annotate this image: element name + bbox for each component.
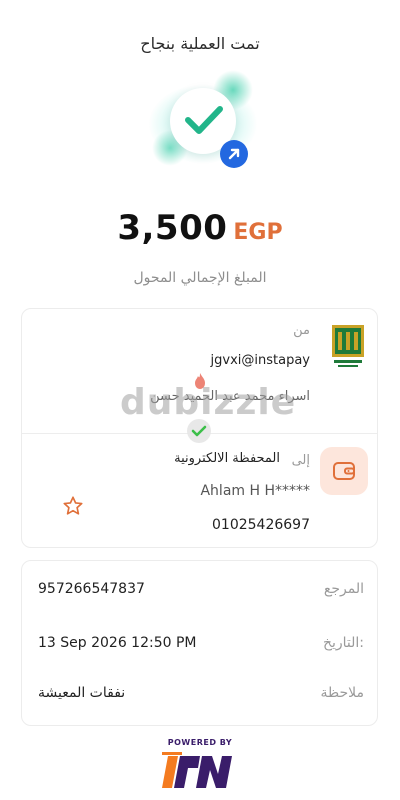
star-icon[interactable] xyxy=(62,495,84,517)
recipient-name: Ahlam H H***** xyxy=(200,483,310,499)
details-card: المرجع 957266547837 التاريخ: 13 Sep 2026… xyxy=(21,560,378,726)
recipient-phone: 01025426697 xyxy=(212,517,310,533)
reference-value: 957266547837 xyxy=(38,581,145,597)
amount-label: المبلغ الإجمالي المحول xyxy=(133,270,267,286)
transaction-receipt: تمت العملية بنجاح 3,500 EGP المبلغ الإجما… xyxy=(0,0,400,800)
powered-by-label: POWERED BY xyxy=(167,738,233,747)
check-icon xyxy=(185,106,223,134)
wallet-icon-tile xyxy=(320,447,368,495)
from-label: من xyxy=(293,323,310,338)
amount-value: 3,500 xyxy=(117,208,228,248)
transfer-amount: 3,500 EGP xyxy=(0,208,400,248)
recipient-wallet-type: المحفظة الالكترونية xyxy=(174,451,280,466)
sender-handle: jgvxi@instapay xyxy=(210,353,310,368)
wallet-icon xyxy=(333,462,355,480)
reference-label: المرجع xyxy=(323,581,364,597)
dubizzle-watermark: dubizzle xyxy=(120,372,297,443)
watermark-text: dubizzle xyxy=(120,382,297,423)
arrow-up-right-icon xyxy=(228,148,240,160)
watermark-check-icon xyxy=(187,419,211,443)
page-title: تمت العملية بنجاح xyxy=(140,34,260,53)
note-label: ملاحظة xyxy=(320,685,365,701)
powered-by-footer: POWERED BY xyxy=(150,738,250,794)
amount-currency: EGP xyxy=(233,220,283,245)
transfer-badge xyxy=(220,140,248,168)
ipn-logo xyxy=(162,752,232,788)
note-value: نفقات المعيشة xyxy=(38,685,126,701)
date-value: 13 Sep 2026 12:50 PM xyxy=(38,635,197,651)
bank-logo xyxy=(332,325,364,367)
date-label: التاريخ: xyxy=(322,635,364,651)
success-illustration xyxy=(148,70,258,170)
to-label: إلى xyxy=(291,453,310,468)
